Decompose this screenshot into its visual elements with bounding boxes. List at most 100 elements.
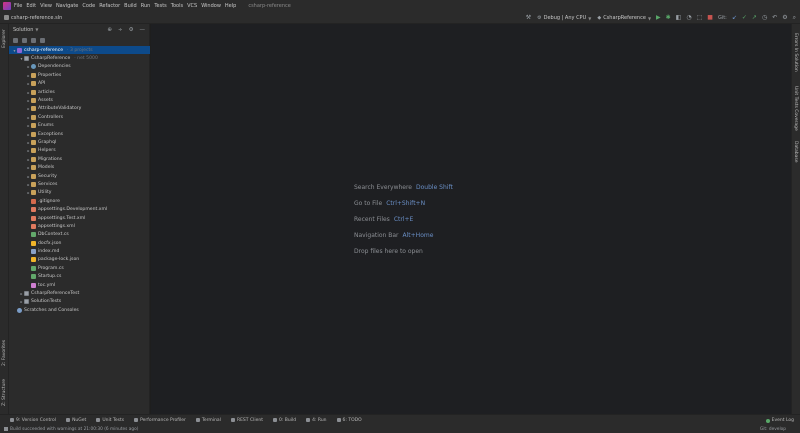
rider-logo-icon[interactable]	[3, 2, 11, 10]
menu-run[interactable]: Run	[141, 0, 151, 12]
bottom-tab[interactable]: Performance Profiler	[134, 418, 186, 423]
settings-icon[interactable]	[31, 37, 36, 43]
tab-favorites[interactable]: 2: Favorites	[0, 336, 9, 370]
tree-item-label: DbContext.cs	[38, 232, 69, 238]
bottom-tab[interactable]: 4: Run	[306, 418, 327, 423]
menu-vcs[interactable]: VCS	[187, 0, 197, 12]
tree-item[interactable]: ▸ Migrations	[9, 155, 150, 163]
collapse-all-icon[interactable]: ÷	[118, 27, 123, 33]
tree-item[interactable]: ▸ API	[9, 80, 150, 88]
gear-icon[interactable]: ⚙	[129, 27, 134, 33]
tree-item[interactable]: ▸ Models	[9, 163, 150, 171]
tree-item[interactable]: ▸ Exceptions	[9, 130, 150, 138]
minimize-icon[interactable]: —	[140, 27, 146, 33]
stop-icon[interactable]: ■	[707, 12, 713, 24]
bottom-tab[interactable]: REST Client	[230, 418, 263, 423]
cs-icon	[31, 265, 36, 271]
bottom-tab[interactable]: 9: Version Control	[10, 418, 56, 423]
tab-structure[interactable]: Z: Structure	[0, 376, 9, 410]
tree-item[interactable]: ▸ Services	[9, 180, 150, 188]
tree-item[interactable]: ▸ Graphql	[9, 138, 150, 146]
rollback-icon[interactable]: ↶	[772, 12, 777, 24]
tree-item[interactable]: ▸ Enums	[9, 122, 150, 130]
tree-item[interactable]: ▸ AttributeValidatory	[9, 105, 150, 113]
menu-build[interactable]: Build	[124, 0, 137, 12]
folder-icon	[31, 181, 36, 187]
bottom-tab[interactable]: 0: Build	[272, 418, 296, 423]
tree-item-label: SolutionTests	[31, 299, 62, 305]
tab-unit-tests-coverage[interactable]: Unit Tests Coverage	[791, 82, 800, 134]
tree-item[interactable]: Scratches and Consoles	[9, 306, 150, 314]
menu-refactor[interactable]: Refactor	[99, 0, 120, 12]
tree-item[interactable]: toc.yml	[9, 281, 150, 289]
status-message[interactable]: Build succeeded with warnings at 21:00:3…	[4, 427, 138, 432]
tab-errors-in-solution[interactable]: Errors In Solution	[791, 26, 800, 78]
configuration-dropdown[interactable]: ⚙ Debug | Any CPU ▼	[537, 15, 591, 21]
debug-icon[interactable]: ✱	[666, 12, 671, 24]
menu-navigate[interactable]: Navigate	[56, 0, 78, 12]
tree-item[interactable]: ▸ CsharpReferenceTest	[9, 289, 150, 297]
coverage-icon[interactable]: ◧	[676, 12, 682, 24]
profile-icon[interactable]: ◔	[686, 12, 691, 24]
attach-icon[interactable]: ⬚	[697, 12, 703, 24]
tree-item[interactable]: ▾ CsharpReference · net 5000	[9, 54, 150, 62]
tree-item[interactable]: DbContext.cs	[9, 231, 150, 239]
menu-tests[interactable]: Tests	[154, 0, 166, 12]
breadcrumb-label: csharp-reference.sln	[11, 14, 63, 21]
refresh-icon[interactable]	[22, 37, 27, 43]
bottom-tab[interactable]: NuGet	[66, 418, 86, 423]
show-all-files-icon[interactable]	[13, 37, 18, 43]
locate-icon[interactable]: ⊕	[107, 27, 112, 33]
tree-item[interactable]: .gitignore	[9, 197, 150, 205]
tree-item[interactable]: package-lock.json	[9, 256, 150, 264]
tree-item[interactable]: ▸ Security	[9, 172, 150, 180]
git-update-icon[interactable]: ↙	[732, 12, 737, 24]
menu-view[interactable]: View	[40, 0, 52, 12]
bottom-tab[interactable]: Terminal	[195, 418, 221, 423]
tree-item[interactable]: ▸ Helpers	[9, 147, 150, 155]
breadcrumb[interactable]: csharp-reference.sln	[4, 15, 62, 21]
tree-item[interactable]: ▸ Dependencies	[9, 63, 150, 71]
proj-icon	[24, 56, 29, 62]
tree-item[interactable]: ▸ Controllers	[9, 113, 150, 121]
tree-item[interactable]: index.md	[9, 247, 150, 255]
menu-help[interactable]: Help	[225, 0, 236, 12]
menu-file[interactable]: File	[14, 0, 22, 12]
tree-item[interactable]: ▸ Assets	[9, 96, 150, 104]
build-hammer-icon[interactable]: ⚒	[526, 12, 531, 24]
bottom-tab[interactable]: 6: TODO	[336, 418, 362, 423]
tree-item[interactable]: ▾ csharp-reference · 3 projects	[9, 46, 150, 55]
tab-explorer[interactable]: Explorer	[0, 26, 9, 52]
search-icon[interactable]: ⌕	[793, 12, 796, 24]
git-commit-icon[interactable]: ✓	[742, 12, 747, 24]
folder-icon	[31, 148, 36, 154]
tree-item[interactable]: ▸ Properties	[9, 71, 150, 79]
tree-item-label: Startup.cs	[38, 274, 62, 280]
git-push-icon[interactable]: ↗	[752, 12, 757, 24]
tree-item[interactable]: appsettings.Development.xml	[9, 205, 150, 213]
tree-item[interactable]: appsettings.xml	[9, 222, 150, 230]
tree-item-label: articles	[38, 89, 55, 95]
solution-panel-header[interactable]: Solution ▼ ⊕ ÷ ⚙ —	[9, 24, 149, 35]
menu-window[interactable]: Window	[201, 0, 221, 12]
history-icon[interactable]: ◷	[762, 12, 767, 24]
menu-tools[interactable]: Tools	[171, 0, 183, 12]
tree-item[interactable]: appsettings.Test.xml	[9, 214, 150, 222]
git-branch-widget[interactable]: Git: develop	[760, 425, 786, 433]
menu-edit[interactable]: Edit	[26, 0, 36, 12]
run-configuration-dropdown[interactable]: ◆ CsharpReference ▼	[597, 15, 651, 21]
menu-code[interactable]: Code	[82, 0, 95, 12]
tree-item[interactable]: ▸ Utility	[9, 189, 150, 197]
settings-icon[interactable]: ⚙	[782, 12, 787, 24]
tree-item-label: Program.cs	[38, 265, 64, 271]
tree-item[interactable]: Startup.cs	[9, 273, 150, 281]
tree-item[interactable]: ▸ articles	[9, 88, 150, 96]
tree-item[interactable]: docfx.json	[9, 239, 150, 247]
tab-database[interactable]: Database	[791, 138, 800, 166]
tree-item[interactable]: ▸ SolutionTests	[9, 298, 150, 306]
tree-item[interactable]: Program.cs	[9, 264, 150, 272]
run-icon[interactable]: ▶	[656, 12, 661, 24]
editor-area[interactable]: Search Everywhere Double Shift Go to File C…	[151, 24, 791, 414]
properties-icon[interactable]	[40, 37, 45, 43]
bottom-tab[interactable]: Unit Tests	[96, 418, 124, 423]
